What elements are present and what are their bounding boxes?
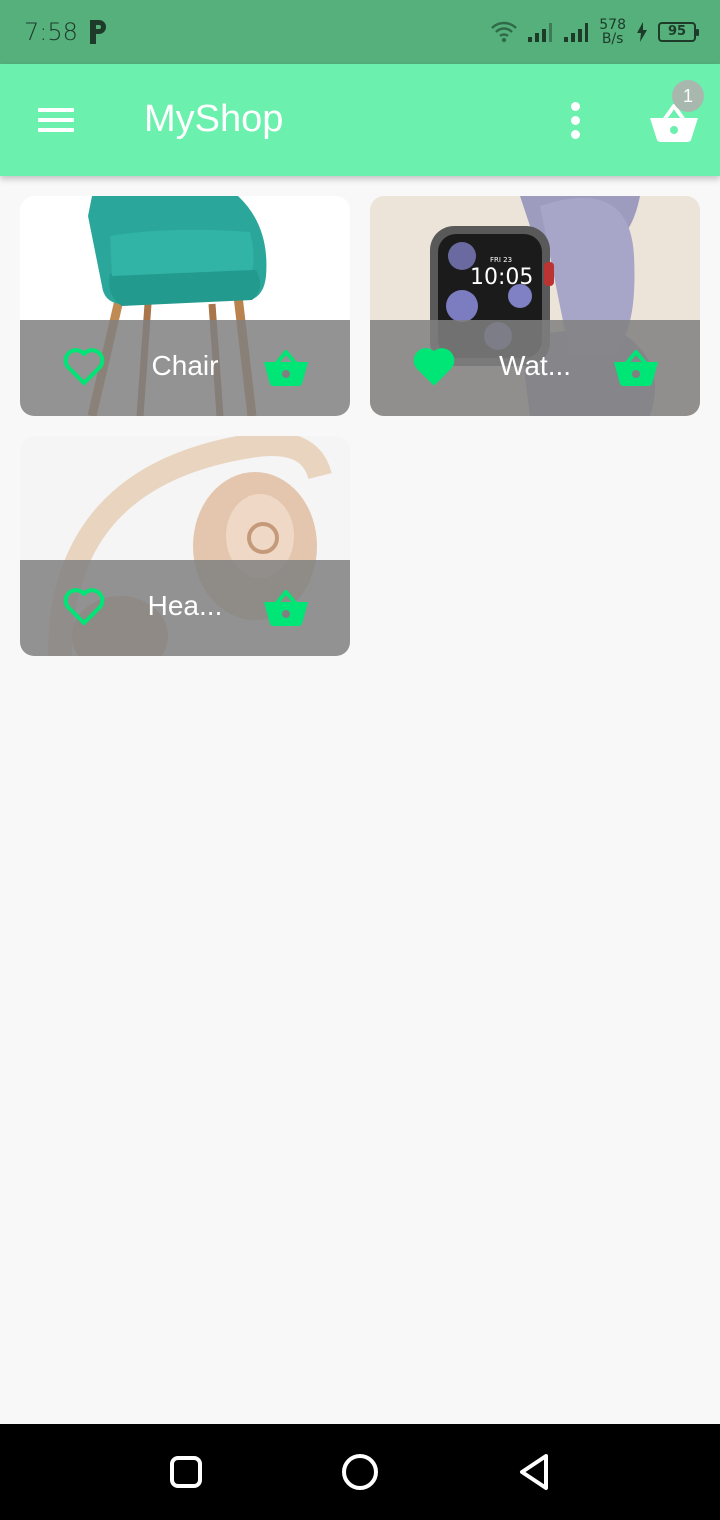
status-time: 7:58 (24, 18, 78, 46)
product-name: Chair (151, 350, 219, 381)
more-options-button[interactable] (556, 96, 596, 144)
battery-indicator: 95 (658, 22, 699, 42)
cart-count-badge: 1 (672, 80, 704, 112)
home-button[interactable] (336, 1448, 384, 1496)
product-footer: Chair (20, 320, 350, 416)
network-speed: 578 B/s (599, 18, 626, 46)
app-notification-icon (90, 20, 106, 44)
product-card-watch[interactable]: 10:05 FRI 23 Wat... (370, 196, 700, 416)
speed-unit: B/s (601, 31, 624, 47)
product-name: Hea... (147, 590, 223, 621)
add-to-cart-icon[interactable] (612, 346, 660, 388)
svg-text:10:05: 10:05 (470, 265, 533, 290)
add-to-cart-icon[interactable] (262, 586, 310, 628)
back-button[interactable] (510, 1448, 558, 1496)
wifi-icon (491, 21, 518, 43)
product-card-chair[interactable]: Chair (20, 196, 350, 416)
signal-icon-1 (528, 23, 553, 42)
product-footer: Hea... (20, 560, 350, 656)
charging-icon (637, 22, 647, 42)
svg-text:FRI 23: FRI 23 (490, 256, 512, 264)
speed-value: 578 (599, 17, 626, 33)
favorite-outline-icon[interactable] (62, 346, 106, 386)
product-card-headphones[interactable]: Hea... (20, 436, 350, 656)
signal-icon-2 (564, 23, 589, 42)
product-name: Wat... (498, 350, 572, 381)
favorite-outline-icon[interactable] (62, 586, 106, 626)
menu-button[interactable] (28, 100, 84, 140)
app-title: MyShop (144, 98, 284, 140)
status-bar: 7:58 578 B/s 95 (0, 0, 720, 64)
recents-button[interactable] (162, 1448, 210, 1496)
system-nav-bar (0, 1424, 720, 1520)
add-to-cart-icon[interactable] (262, 346, 310, 388)
app-bar: MyShop (0, 64, 720, 176)
favorite-filled-icon[interactable] (412, 346, 456, 386)
product-footer: Wat... (370, 320, 700, 416)
